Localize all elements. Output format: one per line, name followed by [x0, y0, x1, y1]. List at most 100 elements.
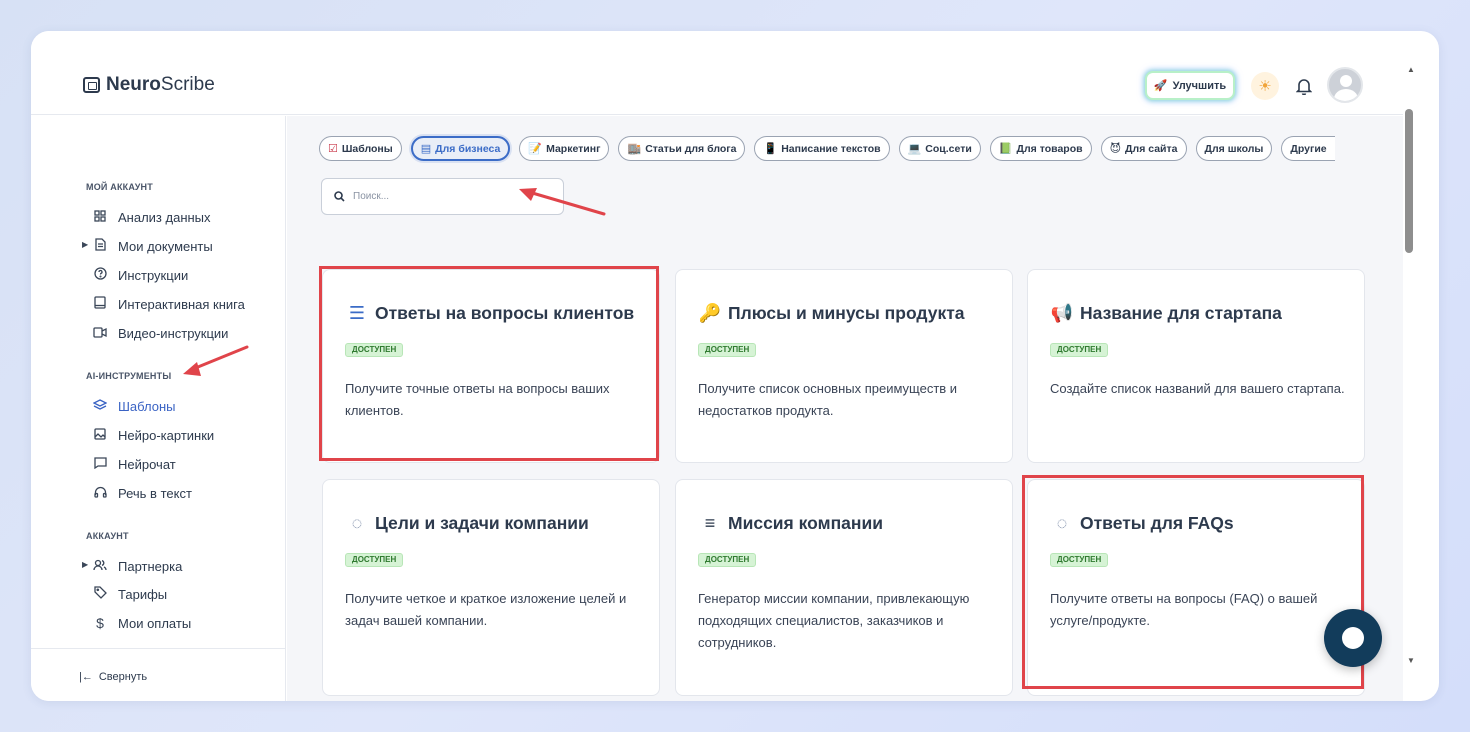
text-lines-icon: ≡ [704, 513, 716, 533]
sidebar-section-title: МОЙ АККАУНТ [86, 182, 153, 192]
template-card[interactable]: ◌ Цели и задачи компании ДОСТУПЕН Получит… [322, 479, 660, 696]
image-icon [92, 427, 108, 443]
headphones-icon [92, 486, 108, 501]
megaphone-icon: 📢 [1050, 303, 1074, 323]
card-title: Ответы для FAQs [1080, 513, 1234, 533]
sidebar: МОЙ АККАУНТ Анализ данных ▶ Мои документ… [31, 116, 286, 701]
search-icon [334, 191, 345, 202]
chip-products[interactable]: 📗 Для товаров [989, 136, 1092, 161]
chip-business[interactable]: ▤ Для бизнеса [410, 136, 511, 161]
layers-icon [92, 398, 108, 414]
card-title: Миссия компании [728, 513, 883, 533]
sidebar-item-tariffs[interactable]: Тарифы [92, 584, 167, 604]
sidebar-item-video[interactable]: Видео-инструкции [92, 323, 228, 343]
document-icon [92, 238, 108, 254]
upgrade-label: Улучшить [1172, 79, 1227, 92]
memo-icon: 📝 [528, 143, 543, 155]
grid-icon [92, 209, 108, 225]
logo-text: NeuroScribe [106, 74, 215, 95]
status-badge: ДОСТУПЕН [345, 553, 404, 567]
status-badge: ДОСТУПЕН [1050, 343, 1109, 357]
sidebar-item-templates[interactable]: Шаблоны [92, 396, 176, 416]
collapse-button[interactable]: |← Свернуть [79, 671, 147, 683]
card-description: Получите точные ответы на вопросы ваших … [345, 381, 610, 418]
status-badge: ДОСТУПЕН [345, 343, 404, 357]
card-description: Создайте список названий для вашего стар… [1050, 381, 1345, 396]
video-icon [92, 326, 108, 341]
phone-icon: 📱 [763, 143, 778, 155]
sidebar-item-neurochat[interactable]: Нейрочат [92, 454, 176, 474]
logo[interactable]: NeuroScribe [83, 74, 215, 96]
sun-icon[interactable]: ☀ [1251, 72, 1279, 100]
store-icon: 🏬 [627, 143, 642, 155]
sidebar-section-title: AI-ИНСТРУМЕНТЫ [86, 371, 172, 381]
upgrade-button[interactable]: 🚀 Улучшить [1145, 71, 1235, 100]
card-title: Название для стартапа [1080, 303, 1282, 323]
collapse-icon: |← [79, 671, 93, 683]
chip-social[interactable]: 💻 Соц.сети [898, 136, 981, 161]
card-description: Получите четкое и краткое изложение целе… [345, 591, 627, 628]
template-card[interactable]: 🔑 Плюсы и минусы продукта ДОСТУПЕН Получи… [675, 269, 1013, 463]
card-description: Получите список основных преимуществ и н… [698, 381, 958, 418]
green-book-icon: 📗 [998, 143, 1013, 155]
sidebar-item-book[interactable]: Интерактивная книга [92, 294, 245, 314]
caret-right-icon[interactable]: ▶ [82, 240, 88, 249]
chip-other[interactable]: Другие [1281, 136, 1335, 161]
search-placeholder: Поиск... [353, 191, 390, 202]
sidebar-item-images[interactable]: Нейро-картинки [92, 425, 214, 445]
template-card[interactable]: ◌ Ответы для FAQs ДОСТУПЕН Получите ответ… [1027, 479, 1365, 696]
sidebar-divider [31, 648, 285, 649]
app-window: NeuroScribe 🚀 Улучшить ☀ МОЙ АККАУНТ Ана… [31, 31, 1439, 701]
main-content: ☑ Шаблоны ▤ Для бизнеса 📝 Маркетинг 🏬 Статьи… [287, 116, 1403, 701]
rocket-icon: 🚀 [1153, 80, 1168, 92]
help-circle-icon [92, 267, 108, 283]
status-badge: ДОСТУПЕН [698, 343, 757, 357]
laptop-icon: 💻 [907, 143, 922, 155]
window-icon: ▤ [420, 143, 432, 155]
scrollbar-thumb[interactable] [1405, 109, 1413, 253]
chat-icon [92, 456, 108, 472]
logo-icon [83, 77, 100, 93]
bell-icon[interactable] [1291, 73, 1317, 99]
devil-icon: 😈 [1109, 143, 1122, 155]
sidebar-section-title: АККАУНТ [86, 531, 129, 541]
sidebar-item-documents[interactable]: ▶ Мои документы [82, 236, 213, 256]
chip-marketing[interactable]: 📝 Маркетинг [519, 136, 610, 161]
search-input[interactable]: Поиск... [321, 178, 564, 215]
avatar[interactable] [1327, 67, 1363, 103]
sidebar-item-speech[interactable]: Речь в текст [92, 483, 192, 503]
chip-website[interactable]: 😈 Для сайта [1100, 136, 1187, 161]
status-badge: ДОСТУПЕН [698, 553, 757, 567]
sidebar-item-instructions[interactable]: Инструкции [92, 265, 188, 285]
chip-copywriting[interactable]: 📱 Написание текстов [754, 136, 890, 161]
users-icon [92, 559, 108, 574]
card-description: Получите ответы на вопросы (FAQ) о вашей… [1050, 591, 1318, 628]
sidebar-item-partner[interactable]: ▶ Партнерка [82, 556, 182, 576]
list-icon: ☰ [348, 303, 366, 323]
card-description: Генератор миссии компании, привлекающую … [698, 591, 970, 650]
caret-right-icon[interactable]: ▶ [82, 560, 88, 569]
scroll-up-arrow[interactable]: ▲ [1407, 65, 1415, 74]
top-header: NeuroScribe 🚀 Улучшить ☀ [31, 31, 1403, 115]
target-icon: ◌ [351, 513, 363, 533]
card-title: Ответы на вопросы клиентов [375, 303, 635, 323]
key-icon: 🔑 [698, 303, 722, 323]
template-card[interactable]: ≡ Миссия компании ДОСТУПЕН Генератор мисс… [675, 479, 1013, 696]
dollar-icon: $ [96, 615, 104, 631]
chat-widget-button[interactable] [1324, 609, 1382, 667]
template-card[interactable]: ☰ Ответы на вопросы клиентов ДОСТУПЕН Пол… [322, 269, 660, 463]
sidebar-item-payments[interactable]: $ Мои оплаты [92, 613, 191, 633]
chip-school[interactable]: Для школы [1195, 136, 1273, 161]
book-icon [92, 296, 108, 312]
card-title: Плюсы и минусы продукта [728, 303, 965, 323]
chip-blog[interactable]: 🏬 Статьи для блога [618, 136, 746, 161]
sidebar-item-analysis[interactable]: Анализ данных [92, 207, 211, 227]
target-icon: ◌ [1056, 513, 1068, 533]
chip-templates[interactable]: ☑ Шаблоны [319, 136, 402, 161]
category-chips: ☑ Шаблоны ▤ Для бизнеса 📝 Маркетинг 🏬 Статьи… [319, 136, 1335, 161]
status-badge: ДОСТУПЕН [1050, 553, 1109, 567]
scroll-down-arrow[interactable]: ▼ [1407, 656, 1415, 665]
card-title: Цели и задачи компании [375, 513, 589, 533]
tag-icon [92, 586, 108, 602]
template-card[interactable]: 📢 Название для стартапа ДОСТУПЕН Создайте… [1027, 269, 1365, 463]
